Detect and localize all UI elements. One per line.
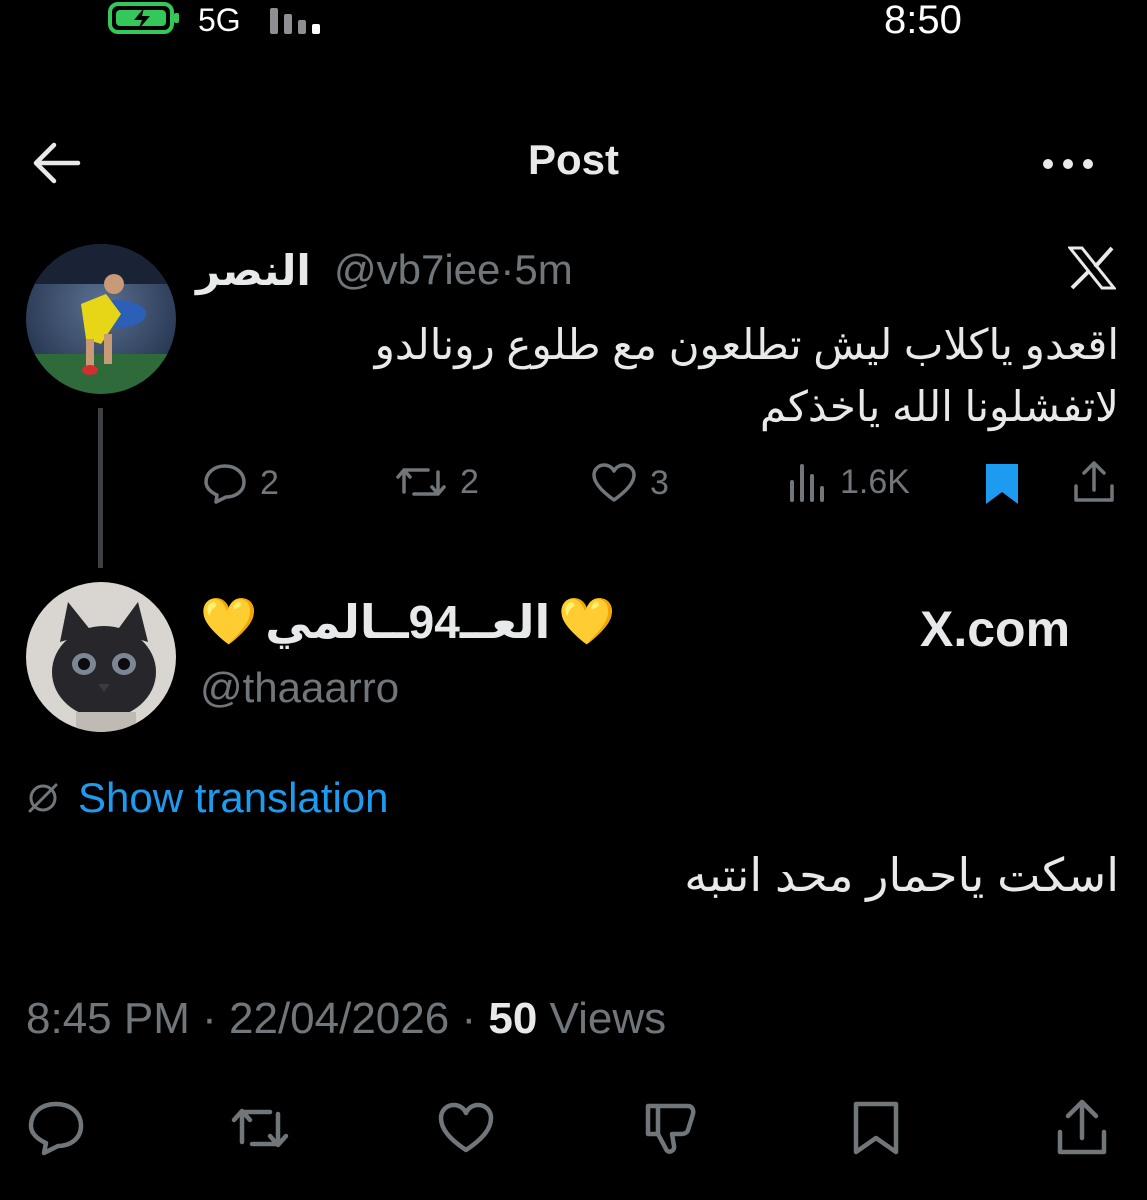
reply-button[interactable]: 2 (202, 462, 279, 504)
signal-icon (270, 6, 326, 34)
post-time: 5m (514, 246, 573, 293)
repost-icon (396, 468, 446, 496)
avatar[interactable] (26, 244, 176, 394)
reply-icon (28, 1101, 84, 1156)
avatar[interactable] (26, 582, 176, 732)
views-label: Views (549, 994, 667, 1043)
heart-icon (438, 1102, 494, 1153)
post-text: اسكت ياحمار محد انتبه (684, 849, 1119, 901)
bookmark-icon (853, 1101, 899, 1155)
show-translation-label: Show translation (78, 774, 389, 821)
author-display-name-row: 💛 العــ94ــالمي 💛 (200, 594, 616, 649)
post-text-line: اقعدو ياكلاب ليش تطلعون مع طلوع رونالدو (374, 321, 1119, 368)
more-horizontal-icon (1043, 159, 1093, 169)
heart-icon (592, 463, 636, 502)
like-count: 3 (650, 463, 669, 502)
emoji: 💛 (200, 595, 258, 647)
reply-count: 2 (260, 463, 279, 502)
share-icon (1074, 461, 1114, 502)
views-count: 1.6K (840, 462, 910, 501)
downvote-button[interactable] (640, 1098, 700, 1158)
meta-separator: · (461, 994, 477, 1043)
post-date: 22/04/2026 (229, 994, 450, 1043)
repost-button[interactable]: 2 (394, 462, 479, 502)
meta-separator: · (202, 994, 217, 1043)
share-button[interactable] (1072, 460, 1116, 504)
status-time: 8:50 (884, 0, 962, 42)
thread-connector-line (98, 408, 103, 568)
x-logo-icon: X (1068, 246, 1116, 290)
bookmark-filled-icon (986, 464, 1018, 504)
views-count: 50 (488, 994, 538, 1043)
author-handle[interactable]: @thaaarro (200, 664, 399, 712)
meta-separator: · (500, 246, 515, 293)
post-text-line: لاتفشلونا الله ياخذكم (759, 383, 1119, 430)
analytics-icon (790, 464, 824, 502)
repost-button[interactable] (230, 1098, 290, 1158)
battery-icon (108, 0, 182, 36)
author-display-name[interactable]: النصر (196, 246, 311, 295)
translate-icon (28, 783, 58, 813)
network-label: 5G (198, 2, 241, 38)
emoji: 💛 (558, 595, 616, 647)
page-title: Post (527, 136, 619, 183)
show-translation-button[interactable]: Show translation (26, 774, 389, 822)
share-button[interactable] (1052, 1098, 1112, 1158)
more-options-button[interactable] (1038, 150, 1098, 180)
post-time: 8:45 PM (26, 994, 190, 1043)
thumbs-down-icon (645, 1103, 696, 1154)
x-watermark: X.com (920, 601, 1071, 657)
repost-icon (231, 1108, 289, 1148)
author-handle[interactable]: @vb7iee (334, 246, 500, 293)
bookmark-button[interactable] (846, 1098, 906, 1158)
share-icon (1057, 1099, 1107, 1155)
bookmark-button[interactable] (982, 462, 1022, 506)
post-text: اقعدو ياكلاب ليش تطلعون مع طلوع رونالدو … (219, 314, 1119, 438)
reply-icon (204, 464, 246, 504)
like-button[interactable]: 3 (590, 462, 669, 504)
post-meta: @vb7iee·5m (334, 246, 573, 294)
like-button[interactable] (436, 1098, 496, 1158)
author-display-name[interactable]: العــ94ــالمي (265, 595, 550, 649)
repost-count: 2 (460, 462, 479, 501)
views-button[interactable]: 1.6K (788, 462, 910, 502)
reply-button[interactable] (26, 1098, 86, 1158)
post-timestamp-row: 8:45 PM · 22/04/2026 · 50 Views (26, 994, 666, 1044)
